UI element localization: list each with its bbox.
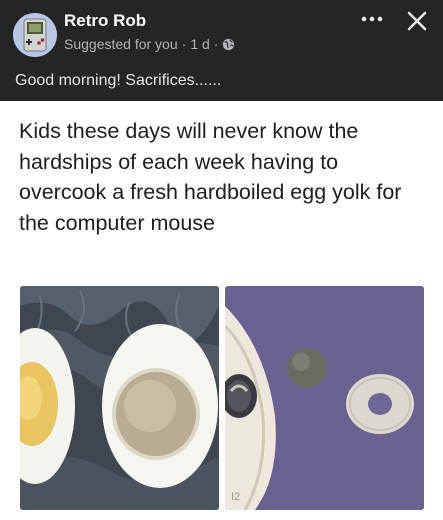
mouse-ball-illustration: I2 (225, 286, 424, 510)
close-button[interactable] (400, 4, 434, 38)
more-options-button[interactable] (357, 6, 387, 32)
meme-text: Kids these days will never know the hard… (19, 119, 402, 235)
more-options-icon (361, 16, 383, 22)
post-caption: Good morning! Sacrifices...... (15, 72, 222, 89)
avatar[interactable] (13, 13, 57, 57)
mouse-ball-image[interactable]: I2 (225, 286, 424, 510)
svg-text:I2: I2 (231, 491, 240, 503)
suggested-label: Suggested for you (64, 36, 178, 52)
author-name[interactable]: Retro Rob (64, 11, 146, 31)
post-header: Retro Rob Suggested for you · 1 d · Good… (0, 0, 443, 101)
post-time[interactable]: 1 d (190, 36, 209, 52)
post-meta: Suggested for you · 1 d · (64, 36, 235, 52)
gameboy-logo-icon (13, 13, 57, 57)
meta-separator: · (181, 36, 187, 52)
boiled-egg-halves-illustration (20, 286, 219, 510)
meta-separator: · (213, 36, 219, 52)
close-icon (407, 11, 427, 31)
globe-icon (223, 38, 235, 50)
boiled-egg-halves-image[interactable] (20, 286, 219, 510)
